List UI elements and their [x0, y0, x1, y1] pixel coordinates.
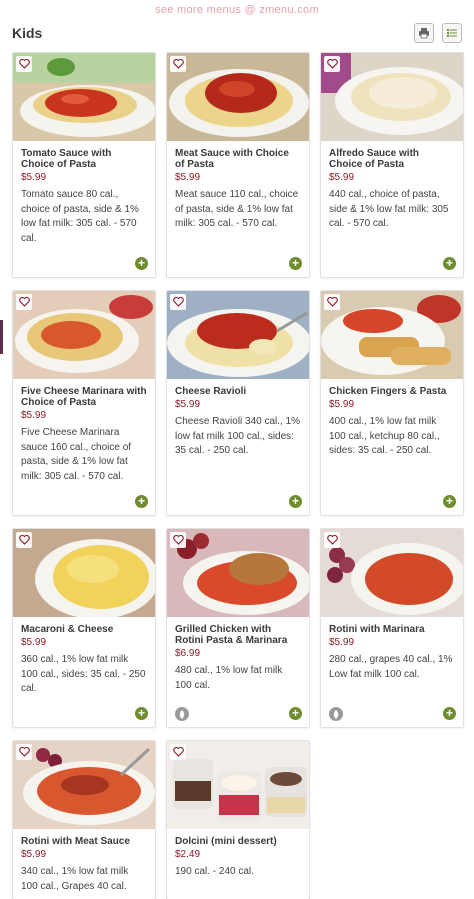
item-name[interactable]: Five Cheese Marinara with Choice of Past…: [21, 386, 147, 408]
leaf-icon[interactable]: [329, 707, 343, 721]
favorite-heart-icon[interactable]: [16, 532, 32, 548]
item-description: 280 cal., grapes 40 cal., 1% Low fat mil…: [329, 654, 453, 680]
item-name[interactable]: Rotini with Marinara: [329, 624, 455, 635]
menu-card[interactable]: Macaroni & Cheese $5.99 360 cal., 1% low…: [12, 528, 156, 728]
item-price: $5.99: [21, 172, 47, 183]
item-description: 190 cal. - 240 cal.: [175, 866, 254, 877]
plus-icon[interactable]: +: [443, 257, 456, 270]
item-description: 440 cal., choice of pasta, side & 1% low…: [329, 189, 449, 229]
item-description: Cheese Ravioli 340 cal., 1% low fat milk…: [175, 416, 301, 456]
item-price: $5.99: [329, 637, 355, 648]
item-name[interactable]: Dolcini (mini dessert): [175, 836, 301, 847]
menu-card[interactable]: Rotini with Meat Sauce $5.99 340 cal., 1…: [12, 740, 156, 899]
favorite-heart-icon[interactable]: [324, 56, 340, 72]
food-image: [321, 291, 463, 379]
item-description: 340 cal., 1% low fat milk 100 cal., Grap…: [21, 866, 129, 892]
item-name[interactable]: Macaroni & Cheese: [21, 624, 147, 635]
menu-card[interactable]: Chicken Fingers & Pasta $5.99 400 cal., …: [320, 290, 464, 516]
item-name[interactable]: Chicken Fingers & Pasta: [329, 386, 455, 397]
item-price: $2.49: [175, 849, 201, 860]
favorite-heart-icon[interactable]: [16, 56, 32, 72]
favorite-heart-icon[interactable]: [170, 532, 186, 548]
item-name[interactable]: Rotini with Meat Sauce: [21, 836, 147, 847]
plus-icon[interactable]: +: [443, 707, 456, 720]
item-description: 360 cal., 1% low fat milk 100 cal., side…: [21, 654, 146, 694]
item-description: Meat sauce 110 cal., choice of pasta, si…: [175, 189, 299, 229]
menu-card[interactable]: Dolcini (mini dessert) $2.49 190 cal. - …: [166, 740, 310, 899]
item-price: $5.99: [21, 849, 47, 860]
food-image: [167, 741, 309, 829]
section-header: Kids: [12, 20, 462, 46]
menu-card[interactable]: Meat Sauce with Choice of Pasta $5.99 Me…: [166, 52, 310, 278]
food-image: [13, 291, 155, 379]
item-price: $5.99: [175, 172, 201, 183]
leaf-icon[interactable]: [175, 707, 189, 721]
item-name[interactable]: Grilled Chicken with Rotini Pasta & Mari…: [175, 624, 301, 646]
plus-icon[interactable]: +: [135, 257, 148, 270]
food-image: [167, 53, 309, 141]
favorite-heart-icon[interactable]: [16, 744, 32, 760]
food-image: [321, 529, 463, 617]
item-description: 480 cal., 1% low fat milk 100 cal.: [175, 665, 283, 691]
food-image: [167, 291, 309, 379]
food-image: [167, 529, 309, 617]
item-price: $5.99: [329, 172, 355, 183]
item-name[interactable]: Alfredo Sauce with Choice of Pasta: [329, 148, 455, 170]
item-price: $5.99: [21, 637, 47, 648]
item-name[interactable]: Tomato Sauce with Choice of Pasta: [21, 148, 147, 170]
accent-bar: [0, 320, 3, 354]
food-image: [13, 529, 155, 617]
menu-card[interactable]: Rotini with Marinara $5.99 280 cal., gra…: [320, 528, 464, 728]
item-description: Tomato sauce 80 cal., choice of pasta, s…: [21, 189, 139, 244]
food-image: [13, 741, 155, 829]
item-name[interactable]: Cheese Ravioli: [175, 386, 301, 397]
item-price: $5.99: [21, 410, 47, 421]
menu-card[interactable]: Cheese Ravioli $5.99 Cheese Ravioli 340 …: [166, 290, 310, 516]
favorite-heart-icon[interactable]: [324, 294, 340, 310]
food-image: [321, 53, 463, 141]
menu-card[interactable]: Tomato Sauce with Choice of Pasta $5.99 …: [12, 52, 156, 278]
favorite-heart-icon[interactable]: [170, 294, 186, 310]
header-tools: [414, 23, 462, 43]
plus-icon[interactable]: +: [443, 495, 456, 508]
favorite-heart-icon[interactable]: [324, 532, 340, 548]
plus-icon[interactable]: +: [289, 707, 302, 720]
watermark-text: see more menus @ zmenu.com: [155, 4, 319, 16]
plus-icon[interactable]: +: [289, 257, 302, 270]
favorite-heart-icon[interactable]: [170, 56, 186, 72]
item-description: Five Cheese Marinara sauce 160 cal., cho…: [21, 427, 132, 482]
printer-icon[interactable]: [414, 23, 434, 43]
item-price: $5.99: [175, 399, 201, 410]
menu-card[interactable]: Alfredo Sauce with Choice of Pasta $5.99…: [320, 52, 464, 278]
item-name[interactable]: Meat Sauce with Choice of Pasta: [175, 148, 301, 170]
item-price: $5.99: [329, 399, 355, 410]
favorite-heart-icon[interactable]: [16, 294, 32, 310]
menu-card[interactable]: Grilled Chicken with Rotini Pasta & Mari…: [166, 528, 310, 728]
plus-icon[interactable]: +: [135, 495, 148, 508]
plus-icon[interactable]: +: [135, 707, 148, 720]
plus-icon[interactable]: +: [289, 495, 302, 508]
item-price: $6.99: [175, 648, 201, 659]
section-title: Kids: [12, 25, 43, 41]
favorite-heart-icon[interactable]: [170, 744, 186, 760]
food-image: [13, 53, 155, 141]
item-description: 400 cal., 1% low fat milk 100 cal., ketc…: [329, 416, 440, 456]
list-view-icon[interactable]: [442, 23, 462, 43]
menu-card[interactable]: Five Cheese Marinara with Choice of Past…: [12, 290, 156, 516]
